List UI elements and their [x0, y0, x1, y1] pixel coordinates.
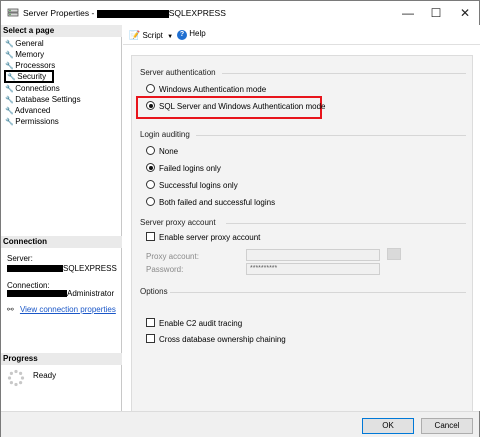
maximize-button[interactable]: ☐ [427, 5, 445, 21]
audit-successful-radio[interactable]: Successful logins only [146, 180, 238, 192]
cross-db-checkbox[interactable]: Cross database ownership chaining [146, 334, 286, 346]
radio-button-selected[interactable] [146, 163, 155, 172]
window-title-prefix: Server Properties - [23, 8, 95, 18]
radio-label: SQL Server and Windows Authentication mo… [159, 102, 326, 111]
page-item-memory[interactable]: 🔧 Memory [5, 49, 44, 60]
group-divider [196, 135, 466, 136]
server-label: Server: [7, 254, 33, 263]
wrench-icon: 🔧 [7, 74, 16, 81]
checkbox-label: Enable C2 audit tracing [159, 319, 243, 328]
close-button[interactable]: ✕ [456, 5, 474, 21]
progress-header: Progress [1, 353, 122, 365]
server-value-suffix: SQLEXPRESS [63, 264, 117, 273]
page-item-general[interactable]: 🔧 General [5, 38, 44, 49]
script-icon: 📝 [129, 30, 141, 40]
help-button[interactable]: ? Help [177, 29, 206, 40]
server-properties-window: Server Properties - SQLEXPRESS — ☐ ✕ Sel… [0, 0, 480, 437]
radio-label: Failed logins only [159, 164, 221, 173]
connection-value: Administrator [7, 289, 114, 298]
window-title-suffix: SQLEXPRESS [168, 8, 226, 18]
page-item-label: Database Settings [15, 95, 81, 104]
radio-button[interactable] [146, 180, 155, 189]
page-item-connections[interactable]: 🔧 Connections [5, 83, 60, 94]
sql-windows-auth-radio[interactable]: SQL Server and Windows Authentication mo… [146, 101, 325, 113]
password-field[interactable]: ********** [246, 263, 380, 275]
connection-value-suffix: Administrator [67, 289, 115, 298]
options-title: Options [140, 287, 168, 296]
checkbox[interactable] [146, 232, 155, 241]
minimize-button[interactable]: — [399, 5, 417, 21]
redacted-connection [7, 290, 67, 298]
help-icon: ? [177, 30, 187, 40]
browse-button[interactable] [387, 248, 401, 260]
radio-label: Windows Authentication mode [159, 85, 267, 94]
page-item-advanced[interactable]: 🔧 Advanced [5, 105, 50, 116]
audit-failed-radio[interactable]: Failed logins only [146, 163, 221, 175]
audit-both-radio[interactable]: Both failed and successful logins [146, 197, 275, 209]
radio-button[interactable] [146, 146, 155, 155]
group-divider [222, 73, 466, 74]
connection-header: Connection [1, 236, 122, 248]
radio-button[interactable] [146, 197, 155, 206]
toolbar: 📝 Script ▼ ? Help [123, 25, 480, 45]
cancel-button[interactable]: Cancel [421, 418, 473, 434]
page-item-database-settings[interactable]: 🔧 Database Settings [5, 94, 81, 105]
redacted-server-name [96, 9, 169, 18]
checkbox[interactable] [146, 334, 155, 343]
page-item-label: Security [17, 72, 47, 81]
wrench-icon: 🔧 [5, 119, 14, 126]
server-auth-title: Server authentication [140, 68, 216, 77]
group-divider [226, 223, 466, 224]
proxy-account-label: Proxy account: [146, 252, 199, 261]
page-item-label: Processors [15, 61, 56, 70]
radio-button-selected[interactable] [146, 101, 155, 110]
main-panel: 📝 Script ▼ ? Help Server authentication … [123, 25, 480, 425]
server-value: SQLEXPRESS [7, 264, 117, 273]
enable-proxy-checkbox[interactable]: Enable server proxy account [146, 232, 260, 244]
windows-auth-radio[interactable]: Windows Authentication mode [146, 84, 266, 96]
page-item-label: Memory [15, 50, 45, 59]
connection-properties-icon: ⚯ [7, 305, 14, 314]
left-panel: Select a page 🔧 General 🔧 Memory 🔧 Proce… [1, 25, 122, 411]
redacted-server [7, 265, 63, 273]
proxy-title: Server proxy account [140, 218, 216, 227]
page-item-label: Connections [15, 84, 60, 93]
page-item-permissions[interactable]: 🔧 Permissions [5, 116, 59, 127]
group-divider [170, 292, 466, 293]
radio-label: Successful logins only [159, 181, 238, 190]
script-label: Script [142, 31, 163, 40]
radio-label: None [159, 147, 179, 156]
help-label: Help [189, 29, 206, 38]
progress-status: Ready [33, 371, 57, 380]
ok-button[interactable]: OK [362, 418, 414, 434]
script-button[interactable]: 📝 Script ▼ [129, 30, 173, 41]
security-page: Server authentication Windows Authentica… [131, 55, 473, 425]
checkbox-label: Cross database ownership chaining [159, 335, 286, 344]
proxy-account-field[interactable] [246, 249, 380, 261]
view-connection-properties-link[interactable]: ⚯ View connection properties [7, 305, 116, 314]
page-item-security[interactable]: 🔧 Security [4, 70, 55, 83]
audit-none-radio[interactable]: None [146, 146, 178, 158]
page-item-label: Advanced [14, 106, 51, 115]
view-connection-properties-text[interactable]: View connection properties [20, 305, 116, 314]
page-item-label: General [15, 39, 44, 48]
checkbox[interactable] [146, 318, 155, 327]
password-label: Password: [146, 265, 184, 274]
button-bar: OK Cancel [1, 411, 479, 437]
progress-spinner-icon [7, 369, 25, 387]
page-item-label: Permissions [15, 117, 59, 126]
c2-audit-checkbox[interactable]: Enable C2 audit tracing [146, 318, 242, 330]
login-auditing-title: Login auditing [140, 130, 190, 139]
checkbox-label: Enable server proxy account [159, 233, 261, 242]
select-page-header: Select a page [1, 25, 122, 37]
server-icon [7, 8, 19, 17]
window-title: Server Properties - SQLEXPRESS [23, 8, 226, 18]
chevron-down-icon: ▼ [167, 34, 174, 40]
radio-label: Both failed and successful logins [159, 198, 276, 207]
radio-button[interactable] [146, 84, 155, 93]
title-bar[interactable]: Server Properties - SQLEXPRESS — ☐ ✕ [1, 1, 479, 25]
